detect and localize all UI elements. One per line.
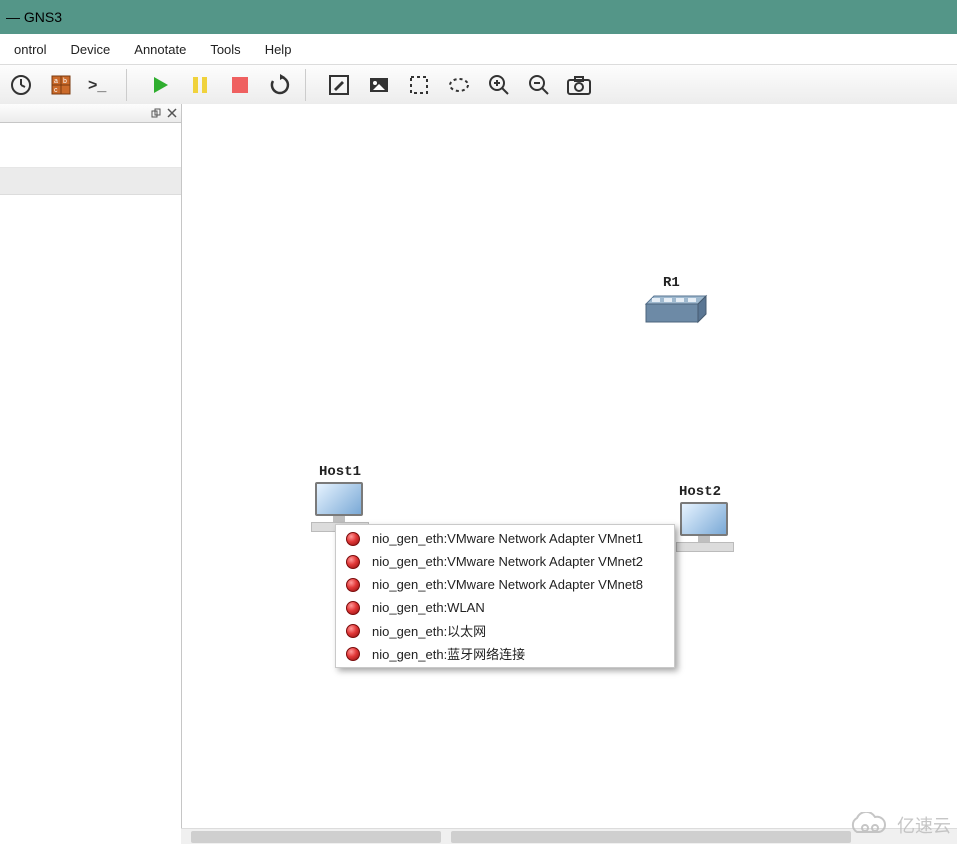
menu-annotate[interactable]: Annotate bbox=[122, 38, 198, 61]
side-panel-header bbox=[0, 104, 181, 123]
watermark: 亿速云 bbox=[849, 812, 951, 838]
host1-label: Host1 bbox=[319, 464, 361, 480]
marquee-icon[interactable] bbox=[402, 68, 436, 102]
ctx-item-label: nio_gen_eth:以太网 bbox=[372, 621, 486, 640]
horizontal-scrollbar[interactable] bbox=[181, 828, 957, 844]
zoom-in-icon[interactable] bbox=[482, 68, 516, 102]
clock-icon[interactable] bbox=[4, 68, 38, 102]
zoom-out-icon[interactable] bbox=[522, 68, 556, 102]
topology-canvas[interactable]: R1 Host1 Host2 nio_gen_eth:VMware Networ… bbox=[182, 104, 957, 828]
menu-tools[interactable]: Tools bbox=[198, 38, 252, 61]
toolbar-separator bbox=[126, 69, 135, 101]
status-dot-icon bbox=[346, 624, 360, 638]
side-panel bbox=[0, 104, 182, 828]
title-text: — GNS3 bbox=[6, 9, 62, 25]
ctx-item-label: nio_gen_eth:蓝牙网络连接 bbox=[372, 644, 525, 663]
ctx-item-ethernet[interactable]: nio_gen_eth:以太网 bbox=[336, 619, 674, 642]
ellipse-icon[interactable] bbox=[442, 68, 476, 102]
menu-control[interactable]: ontrol bbox=[2, 38, 59, 61]
close-icon[interactable] bbox=[165, 106, 179, 120]
svg-text:b: b bbox=[63, 78, 67, 85]
menu-bar: ontrol Device Annotate Tools Help bbox=[0, 34, 957, 65]
status-dot-icon bbox=[346, 601, 360, 615]
status-dot-icon bbox=[346, 532, 360, 546]
stop-icon[interactable] bbox=[223, 68, 257, 102]
scrollbar-thumb[interactable] bbox=[451, 831, 851, 843]
ctx-item-bluetooth[interactable]: nio_gen_eth:蓝牙网络连接 bbox=[336, 642, 674, 665]
status-dot-icon bbox=[346, 555, 360, 569]
ctx-item-vmnet2[interactable]: nio_gen_eth:VMware Network Adapter VMnet… bbox=[336, 550, 674, 573]
ctx-item-wlan[interactable]: nio_gen_eth:WLAN bbox=[336, 596, 674, 619]
ctx-item-vmnet8[interactable]: nio_gen_eth:VMware Network Adapter VMnet… bbox=[336, 573, 674, 596]
svg-text:a: a bbox=[54, 78, 58, 85]
ctx-item-vmnet1[interactable]: nio_gen_eth:VMware Network Adapter VMnet… bbox=[336, 527, 674, 550]
ctx-item-label: nio_gen_eth:WLAN bbox=[372, 600, 485, 615]
router-label: R1 bbox=[663, 275, 680, 291]
console-icon[interactable]: >_ bbox=[84, 68, 118, 102]
host2-node[interactable] bbox=[676, 502, 732, 550]
interface-context-menu: nio_gen_eth:VMware Network Adapter VMnet… bbox=[335, 524, 675, 668]
scrollbar-thumb[interactable] bbox=[191, 831, 441, 843]
toolbar: abc >_ bbox=[0, 65, 957, 106]
router-node[interactable] bbox=[640, 294, 712, 322]
workspace: R1 Host1 Host2 nio_gen_eth:VMware Networ… bbox=[0, 104, 957, 828]
image-icon[interactable] bbox=[362, 68, 396, 102]
svg-text:c: c bbox=[54, 87, 58, 94]
reload-icon[interactable] bbox=[263, 68, 297, 102]
play-icon[interactable] bbox=[143, 68, 177, 102]
ctx-item-label: nio_gen_eth:VMware Network Adapter VMnet… bbox=[372, 577, 643, 592]
toolbar-separator bbox=[305, 69, 314, 101]
watermark-text: 亿速云 bbox=[897, 812, 951, 838]
note-icon[interactable] bbox=[322, 68, 356, 102]
host1-node[interactable] bbox=[311, 482, 367, 530]
menu-help[interactable]: Help bbox=[253, 38, 304, 61]
svg-text:>_: >_ bbox=[88, 77, 107, 94]
status-dot-icon bbox=[346, 647, 360, 661]
ctx-item-label: nio_gen_eth:VMware Network Adapter VMnet… bbox=[372, 554, 643, 569]
undock-icon[interactable] bbox=[149, 106, 163, 120]
title-bar: — GNS3 bbox=[0, 0, 957, 34]
host2-label: Host2 bbox=[679, 484, 721, 500]
status-dot-icon bbox=[346, 578, 360, 592]
grid-abc-icon[interactable]: abc bbox=[44, 68, 78, 102]
side-panel-toolbar bbox=[0, 123, 181, 168]
side-panel-row[interactable] bbox=[0, 168, 181, 195]
camera-icon[interactable] bbox=[562, 68, 596, 102]
pause-icon[interactable] bbox=[183, 68, 217, 102]
menu-device[interactable]: Device bbox=[59, 38, 123, 61]
ctx-item-label: nio_gen_eth:VMware Network Adapter VMnet… bbox=[372, 531, 643, 546]
